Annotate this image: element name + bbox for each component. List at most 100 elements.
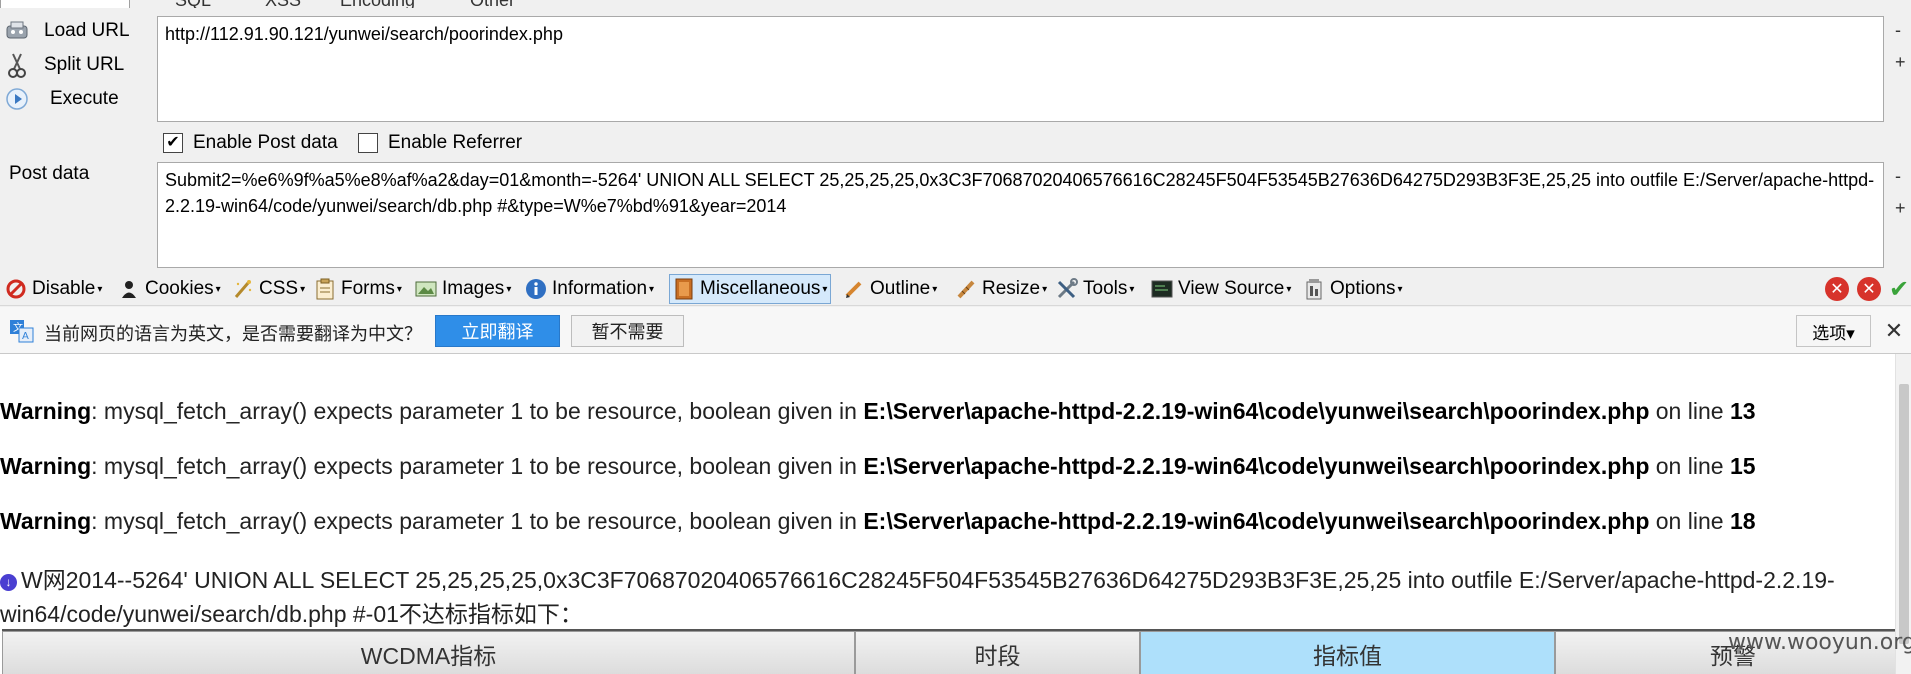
hackbar-dropdown[interactable] [0, 0, 130, 8]
tools-icon [1056, 278, 1078, 300]
svg-text:A: A [22, 331, 29, 342]
toolbar-options-label: Options [1330, 278, 1396, 299]
menu-sql[interactable]: SQL [175, 0, 211, 8]
post-increase-button[interactable]: + [1895, 198, 1906, 219]
enable-post-checkbox[interactable]: ✔ Enable Post data [163, 130, 338, 156]
toolbar-view-source-label: View Source [1178, 278, 1285, 299]
warning-line: Warning: mysql_fetch_array() expects par… [0, 453, 1756, 480]
toolbar-cookies-label: Cookies [145, 278, 214, 299]
web-developer-toolbar: Disable ▾ Cookies ▾ CSS ▾ Forms ▾ Images ▾ In… [0, 272, 1911, 306]
disable-icon [5, 278, 27, 300]
options-icon [1303, 278, 1325, 300]
toolbar-resize-label: Resize [982, 278, 1041, 299]
warning-line-number: 15 [1729, 453, 1756, 479]
warning-message: : mysql_fetch_array() expects parameter … [91, 508, 864, 534]
page-scrollbar[interactable] [1895, 354, 1911, 674]
toolbar-images-label: Images [442, 278, 505, 299]
post-decrease-button[interactable]: - [1895, 166, 1901, 187]
injected-query-text: ↓ W网2014--5264' UNION ALL SELECT 25,25,25… [0, 563, 1895, 631]
warning-on-line: on line [1649, 398, 1730, 424]
toolbar-tools[interactable]: Tools ▾ [1056, 274, 1134, 304]
toolbar-information[interactable]: Information ▾ [525, 274, 654, 304]
scissors-icon [4, 52, 30, 78]
menu-encoding[interactable]: Encoding [340, 0, 415, 8]
indicator-table-header: WCDMA指标 时段 指标值 预警 [2, 629, 1911, 674]
close-icon[interactable]: ✕ [1825, 277, 1849, 301]
forms-icon [314, 278, 336, 300]
post-data-label: Post data [9, 163, 90, 184]
toolbar-outline-label: Outline [870, 278, 931, 299]
toolbar-disable-label: Disable [32, 278, 96, 299]
toolbar-options[interactable]: Options ▾ [1303, 274, 1403, 304]
scrollbar-thumb[interactable] [1899, 384, 1909, 644]
warning-line-number: 18 [1729, 508, 1756, 534]
toolbar-resize[interactable]: Resize ▾ [955, 274, 1047, 304]
images-icon [415, 278, 437, 300]
close-all-icon[interactable]: ✕ [1857, 277, 1881, 301]
url-increase-button[interactable]: + [1895, 52, 1906, 73]
toolbar-view-source[interactable]: View Source ▾ [1151, 274, 1291, 304]
toolbar-images[interactable]: Images ▾ [415, 274, 511, 304]
url-decrease-button[interactable]: - [1895, 20, 1901, 41]
warning-prefix: Warning [0, 453, 92, 479]
translate-bar: 文A 当前网页的语言为英文，是否需要翻译为中文？ 立即翻译 暂不需要 选项▾ ✕ [0, 307, 1911, 354]
warning-message: : mysql_fetch_array() expects parameter … [91, 398, 864, 424]
down-arrow-icon: ↓ [0, 574, 17, 591]
warning-on-line: on line [1649, 453, 1730, 479]
load-url-button[interactable]: Load URL [4, 16, 130, 46]
menu-other[interactable]: Other [470, 0, 515, 8]
injected-query-value: W网2014--5264' UNION ALL SELECT 25,25,25,… [0, 567, 1835, 627]
toolbar-information-label: Information [552, 278, 648, 299]
url-input[interactable]: http://112.91.90.121/yunwei/search/poori… [157, 16, 1884, 122]
toolbar-css[interactable]: CSS ▾ [232, 274, 305, 304]
information-icon [525, 278, 547, 300]
enable-post-label: Enable Post data [193, 132, 338, 153]
watermark: www.wooyun.org [1728, 630, 1911, 655]
cookies-icon [118, 278, 140, 300]
toolbar-outline[interactable]: Outline ▾ [843, 274, 937, 304]
view-source-icon [1151, 278, 1173, 300]
warning-path: E:\Server\apache-httpd-2.2.19-win64\code… [863, 453, 1650, 479]
enable-referrer-label: Enable Referrer [388, 132, 523, 153]
toolbar-miscellaneous[interactable]: Miscellaneous ▾ [669, 274, 832, 304]
translate-now-button[interactable]: 立即翻译 [435, 315, 560, 347]
warning-message: : mysql_fetch_array() expects parameter … [91, 453, 864, 479]
warning-on-line: on line [1649, 508, 1730, 534]
checkmark-icon: ✔ [163, 133, 183, 153]
toolbar-forms[interactable]: Forms ▾ [314, 274, 402, 304]
menu-xss[interactable]: XSS [265, 0, 301, 8]
warning-line: Warning: mysql_fetch_array() expects par… [0, 508, 1756, 535]
toolbar-miscellaneous-label: Miscellaneous [700, 278, 821, 299]
load-url-label: Load URL [44, 20, 130, 41]
toolbar-forms-label: Forms [341, 278, 395, 299]
enable-referrer-checkbox[interactable]: Enable Referrer [358, 130, 522, 156]
load-url-icon [4, 18, 30, 44]
table-header-wcdma: WCDMA指标 [2, 631, 855, 674]
split-url-button[interactable]: Split URL [4, 50, 124, 80]
toolbar-disable[interactable]: Disable ▾ [5, 274, 102, 304]
post-data-input[interactable]: Submit2=%e6%9f%a5%e8%af%a2&day=01&month=… [157, 162, 1884, 268]
warning-line-number: 13 [1729, 398, 1756, 424]
empty-checkbox-icon [358, 133, 378, 153]
toolbar-css-label: CSS [259, 278, 299, 299]
warning-path: E:\Server\apache-httpd-2.2.19-win64\code… [863, 398, 1650, 424]
close-translate-icon[interactable]: ✕ [1880, 315, 1908, 347]
hackbar-top-menu: SQL XSS Encoding Other [0, 0, 1911, 8]
page-content: Warning: mysql_fetch_array() expects par… [0, 354, 1911, 674]
outline-icon [843, 278, 865, 300]
execute-label: Execute [50, 88, 119, 109]
miscellaneous-icon [673, 278, 695, 300]
table-header-period: 时段 [855, 631, 1140, 674]
checkmark-icon[interactable]: ✔ [1887, 276, 1911, 303]
hackbar-panel: SQL XSS Encoding Other Load URL Split UR… [0, 0, 1911, 272]
execute-button[interactable]: Execute [4, 84, 119, 114]
toolbar-cookies[interactable]: Cookies ▾ [118, 274, 221, 304]
translate-message: 当前网页的语言为英文，是否需要翻译为中文？ [44, 324, 422, 344]
toolbar-tools-label: Tools [1083, 278, 1128, 299]
warning-prefix: Warning [0, 398, 92, 424]
resize-icon [955, 278, 977, 300]
not-now-button[interactable]: 暂不需要 [571, 315, 684, 347]
translate-icon: 文A [9, 319, 35, 343]
translate-options-button[interactable]: 选项▾ [1796, 315, 1871, 347]
warning-path: E:\Server\apache-httpd-2.2.19-win64\code… [863, 508, 1650, 534]
